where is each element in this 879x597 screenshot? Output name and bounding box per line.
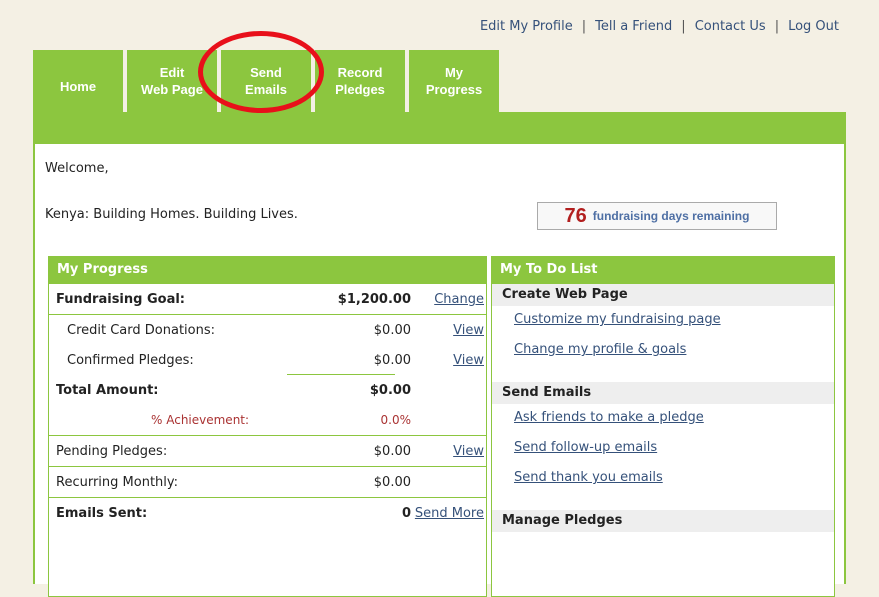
- tab-label-line2: Pledges: [335, 82, 385, 97]
- days-label: fundraising days remaining: [592, 209, 750, 223]
- table-row: Fundraising Goal: $1,200.00 Change: [49, 284, 486, 315]
- todo-section-title: Manage Pledges: [492, 510, 834, 532]
- change-profile-link[interactable]: Change my profile & goals: [492, 336, 834, 366]
- tab-my-progress[interactable]: My Progress: [409, 50, 499, 112]
- row-value: $0.00: [369, 383, 411, 398]
- follow-up-link[interactable]: Send follow-up emails: [492, 434, 834, 464]
- row-label: Pending Pledges:: [56, 444, 168, 459]
- view-confirmed-link[interactable]: View: [453, 353, 484, 368]
- row-value: 0.0%: [380, 413, 412, 427]
- row-label: Confirmed Pledges:: [67, 353, 194, 368]
- panel-title: My To Do List: [492, 256, 834, 284]
- tab-label-line2: Progress: [425, 82, 483, 97]
- row-label: Emails Sent:: [56, 506, 148, 521]
- tab-label-line1: Edit: [159, 65, 185, 80]
- tab-send-emails[interactable]: Send Emails: [221, 50, 311, 112]
- todo-section-title: Send Emails: [492, 382, 834, 404]
- my-progress-panel: My Progress Fundraising Goal: $1,200.00 …: [48, 256, 487, 597]
- days-remaining-badge: 76 fundraising days remaining: [537, 202, 777, 230]
- row-value: $0.00: [373, 353, 411, 368]
- row-label: % Achievement:: [151, 413, 250, 427]
- panel-title: My Progress: [49, 256, 486, 284]
- edit-profile-link[interactable]: Edit My Profile: [480, 19, 573, 34]
- days-count: 76: [564, 204, 587, 227]
- tab-record-pledges[interactable]: Record Pledges: [315, 50, 405, 112]
- separator: |: [774, 19, 780, 34]
- table-row: Recurring Monthly: $0.00: [49, 467, 486, 498]
- tab-label-line2: Web Page: [141, 82, 203, 97]
- separator: |: [681, 19, 686, 34]
- todo-section-title: Create Web Page: [492, 284, 834, 306]
- tab-edit-web-page[interactable]: Edit Web Page: [127, 50, 217, 112]
- row-value: 0: [401, 506, 411, 521]
- contact-us-link[interactable]: Contact Us: [695, 19, 766, 34]
- row-label: Total Amount:: [56, 383, 159, 398]
- customize-page-link[interactable]: Customize my fundraising page: [492, 306, 834, 336]
- table-row: Confirmed Pledges: $0.00 View: [49, 345, 486, 375]
- row-value: $0.00: [373, 323, 411, 338]
- campaign-title: Kenya: Building Homes. Building Lives.: [45, 207, 298, 222]
- tab-label-line1: Record: [337, 65, 383, 80]
- row-value: $1,200.00: [337, 292, 411, 307]
- welcome-text: Welcome,: [45, 161, 109, 176]
- tab-home-label: Home: [59, 78, 97, 94]
- row-label: Fundraising Goal:: [56, 292, 185, 307]
- top-links: Edit My Profile | Tell a Friend | Contact Us…: [480, 19, 839, 34]
- table-row: Credit Card Donations: $0.00 View: [49, 315, 486, 345]
- tab-label-line1: My: [444, 65, 464, 80]
- log-out-link[interactable]: Log Out: [788, 19, 839, 34]
- table-row: % Achievement: 0.0%: [49, 405, 486, 436]
- send-more-link[interactable]: Send More: [415, 506, 484, 521]
- main-content: Welcome, Kenya: Building Homes. Building…: [33, 144, 846, 597]
- row-label: Recurring Monthly:: [56, 475, 179, 490]
- separator: |: [581, 19, 587, 34]
- tab-label-line2: Emails: [245, 82, 287, 97]
- todo-panel: My To Do List Create Web Page Customize …: [491, 256, 835, 597]
- table-row: Total Amount: $0.00: [49, 375, 486, 405]
- table-row: Emails Sent: 0 Send More: [49, 498, 486, 528]
- ask-friends-link[interactable]: Ask friends to make a pledge: [492, 404, 834, 434]
- view-pending-link[interactable]: View: [453, 444, 484, 459]
- change-goal-link[interactable]: Change: [434, 292, 484, 307]
- table-row: Pending Pledges: $0.00 View: [49, 436, 486, 467]
- tab-bar-strip: [33, 112, 846, 144]
- tab-label-line1: Send: [250, 65, 282, 80]
- thank-you-link[interactable]: Send thank you emails: [492, 464, 834, 494]
- row-value: $0.00: [373, 475, 411, 490]
- row-value: $0.00: [373, 444, 411, 459]
- tell-friend-link[interactable]: Tell a Friend: [595, 19, 672, 34]
- row-label: Credit Card Donations:: [67, 323, 215, 338]
- view-credit-link[interactable]: View: [453, 323, 484, 338]
